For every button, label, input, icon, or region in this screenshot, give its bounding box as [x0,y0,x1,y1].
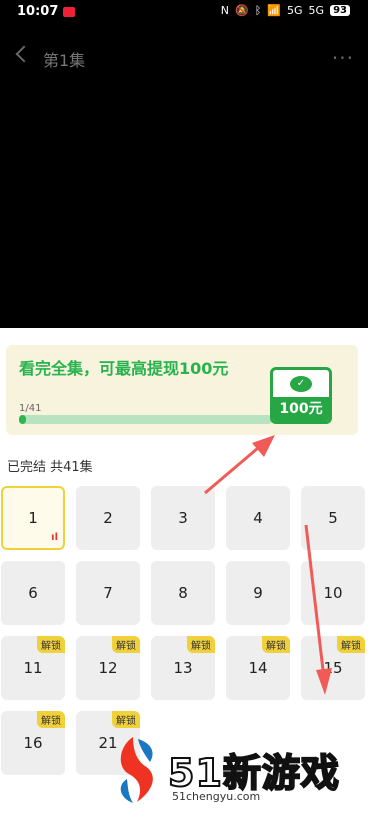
progress-text: 1/41 [19,403,42,414]
top-nav: 第1集 ··· [0,40,368,74]
episode-number: 9 [253,584,263,602]
unlock-badge: 解锁 [37,711,65,728]
episode-item[interactable]: 6 [1,561,65,625]
episode-item[interactable]: 13 解锁 [151,636,215,700]
watermark-logo-icon [120,737,153,803]
episode-title: 第1集 [43,51,86,70]
episode-number: 10 [323,584,343,602]
back-icon[interactable] [15,45,33,63]
episode-item[interactable]: 10 [301,561,365,625]
episode-number: 5 [328,509,338,527]
episode-item[interactable]: 9 [226,561,290,625]
wifi-icon: 📶 [267,4,282,17]
episode-number: 7 [103,584,113,602]
reward-badge[interactable]: ✓ 100元 [270,367,332,424]
episode-item[interactable]: 14 解锁 [226,636,290,700]
episode-item[interactable]: 12 解锁 [76,636,140,700]
episode-item[interactable]: 7 [76,561,140,625]
signal-label-2: 5G [308,4,325,17]
progress-track [19,415,273,424]
episode-number: 16 [23,734,43,752]
episode-number: 15 [323,659,343,677]
status-icons: N 🔕 ᛒ 📶 5G 5G 93 [221,4,350,17]
reward-banner[interactable]: 看完全集，可最高提现100元 1/41 ✓ 100元 [6,345,358,435]
episode-item[interactable]: 11 解锁 [1,636,65,700]
unlock-badge: 解锁 [37,636,65,653]
unlock-badge: 解锁 [112,711,140,728]
reward-title: 看完全集，可最高提现100元 [19,359,229,378]
watermark-brand: 51新游戏 [167,750,340,796]
watermark-url: 51chengyu.com [172,790,261,803]
more-icon[interactable]: ··· [332,46,354,70]
reward-label: 100元 [273,397,329,421]
episode-number: 3 [178,509,188,527]
episode-item[interactable]: 15 解锁 [301,636,365,700]
episode-item[interactable]: 2 [76,486,140,550]
episode-number: 8 [178,584,188,602]
episode-item[interactable]: 8 [151,561,215,625]
status-bar: 10:07 N 🔕 ᛒ 📶 5G 5G 93 [0,0,368,24]
bell-muted-icon: 🔕 [235,4,249,17]
unlock-badge: 解锁 [112,636,140,653]
episode-number: 11 [23,659,43,677]
notification-icon [63,7,75,17]
episode-item[interactable]: 16 解锁 [1,711,65,775]
unlock-badge: 解锁 [262,636,290,653]
episode-number: 14 [248,659,268,677]
nfc-icon: N [220,4,229,17]
episode-number: 13 [173,659,193,677]
episode-number: 2 [103,509,113,527]
watermark: 51新游戏 51chengyu.com [113,735,348,807]
unlock-badge: 解锁 [187,636,215,653]
episode-item[interactable]: 4 [226,486,290,550]
checkmark-chat-icon: ✓ [290,376,312,392]
episode-item[interactable]: 1 ıl [1,486,65,550]
status-time: 10:07 [17,4,59,19]
episode-item[interactable]: 3 [151,486,215,550]
episode-item[interactable]: 5 [301,486,365,550]
episode-number: 1 [28,509,38,527]
playing-bars-icon: ıl [51,532,58,543]
episode-number: 6 [28,584,38,602]
bluetooth-icon: ᛒ [254,4,262,17]
series-status: 已完结 共41集 [7,460,93,475]
unlock-badge: 解锁 [337,636,365,653]
battery-icon: 93 [330,5,350,16]
signal-label-1: 5G [287,4,303,17]
progress-fill [19,415,26,424]
episode-number: 12 [98,659,118,677]
episode-number: 4 [253,509,263,527]
episode-grid: 1 ıl 2 3 4 5 6 7 8 9 10 11 解锁 12 解锁 13 解锁 14 解锁 15 解锁 16 解锁 21 解… [0,486,368,775]
